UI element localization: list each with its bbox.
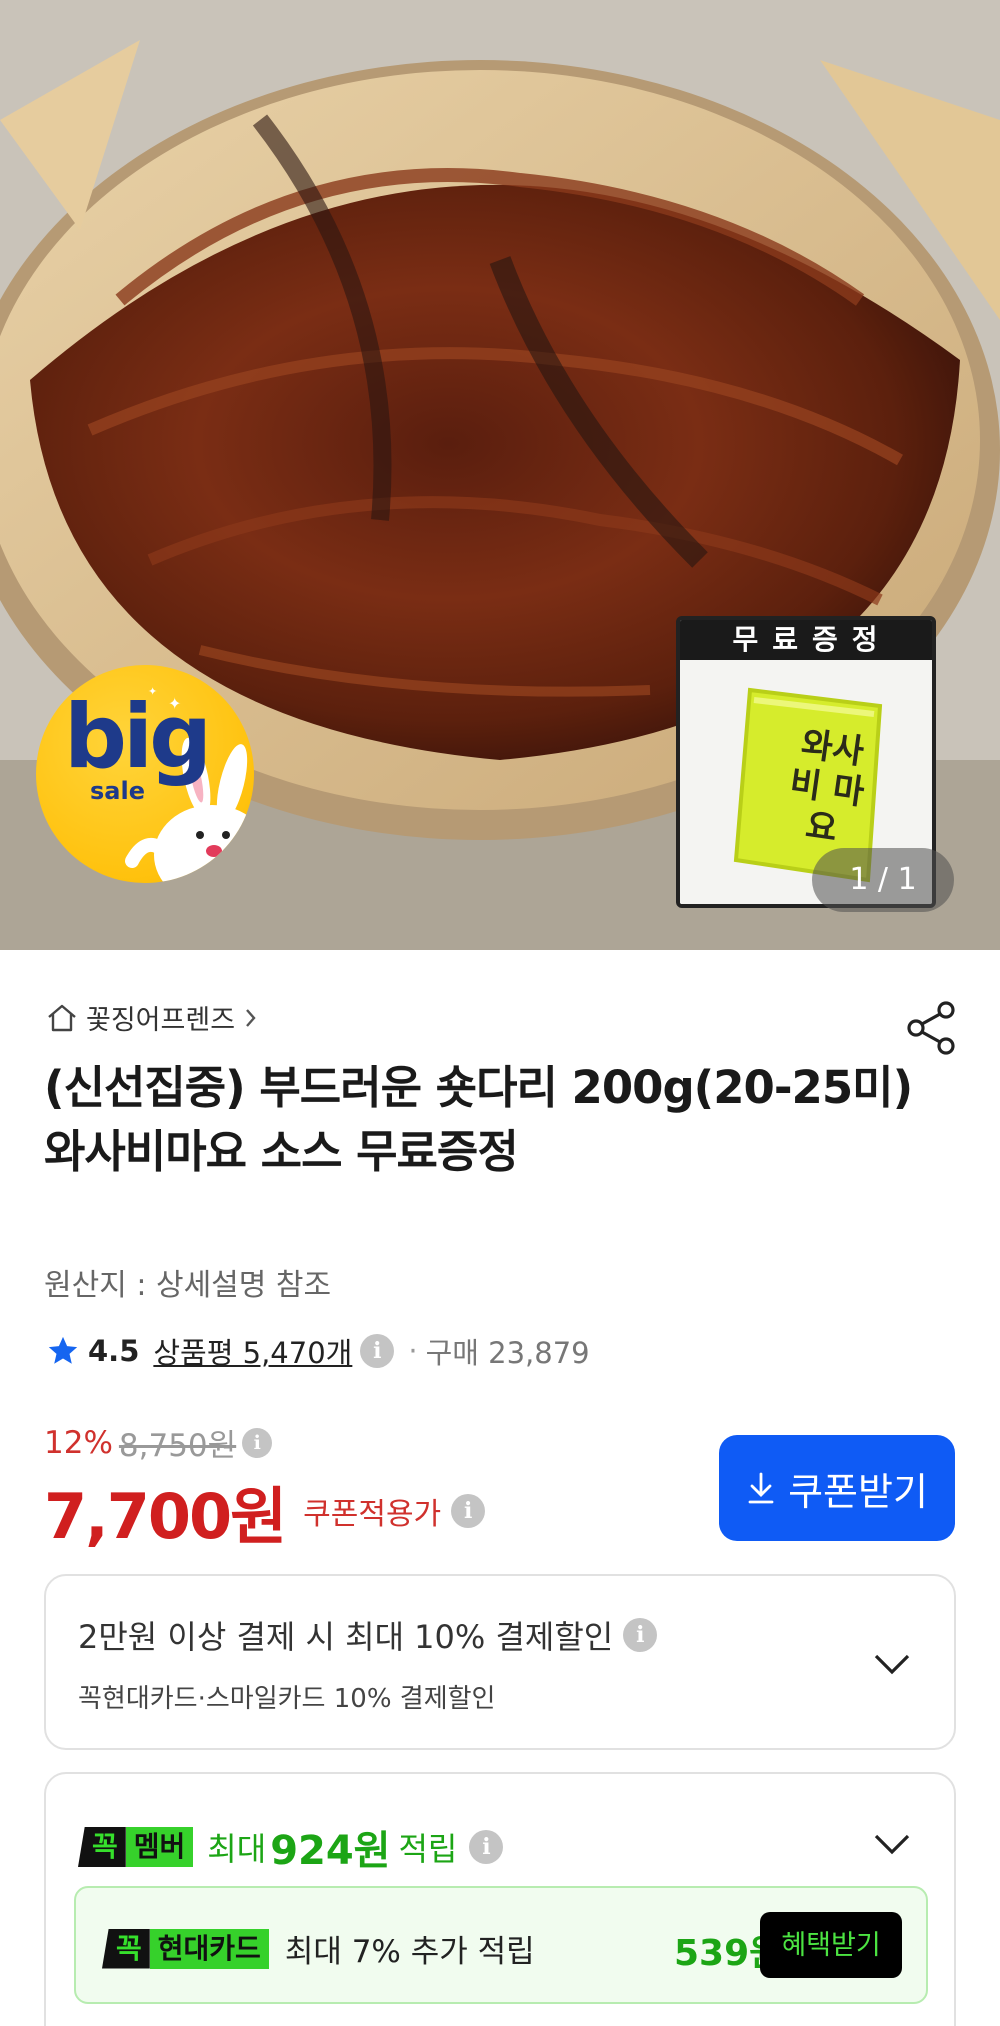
payment-discount-main: 2만원 이상 결제 시 최대 10% 결제할인 i	[78, 1612, 658, 1658]
chevron-down-icon[interactable]	[872, 1832, 912, 1856]
chevron-down-icon[interactable]	[872, 1652, 912, 1676]
info-icon[interactable]: i	[451, 1494, 486, 1528]
card-benefit-text: 최대 7% 추가 적립	[284, 1934, 535, 1970]
purchase-count: 구매 23,879	[425, 1336, 590, 1370]
coupon-price-label: 쿠폰적용가	[303, 1497, 442, 1532]
store-link[interactable]: 꽃징어프렌즈	[46, 998, 259, 1037]
download-icon	[748, 1472, 774, 1504]
gift-title: 무료증정	[680, 620, 932, 660]
membership-reward-box[interactable]: 꼭 멤버 최대 924원 적립 i 꼭 현대카드 최대 7% 추가 적립 539…	[44, 1772, 956, 2026]
info-icon[interactable]: i	[469, 1830, 504, 1864]
member-prefix: 최대	[207, 1830, 267, 1868]
image-pager: 1 / 1	[812, 848, 954, 912]
hyundai-card-tag: 꼭 현대카드	[102, 1928, 269, 1969]
home-icon	[48, 1004, 76, 1031]
hyundai-card-benefit: 꼭 현대카드 최대 7% 추가 적립 539원 혜택받기	[74, 1886, 928, 2004]
chevron-right-icon	[246, 1008, 256, 1027]
member-tag: 꼭 멤버	[78, 1827, 194, 1867]
discount-rate: 12%	[44, 1424, 113, 1461]
store-name: 꽃징어프렌즈	[86, 1005, 236, 1036]
product-origin: 원산지 : 상세설명 참조	[44, 1268, 332, 1303]
rating-row: 4.5 상품평 5,470개 i · 구매 23,879	[46, 1330, 590, 1372]
rating-score: 4.5	[88, 1334, 140, 1368]
final-price: 7,700원	[44, 1480, 287, 1553]
info-icon[interactable]: i	[623, 1618, 658, 1652]
get-benefit-button[interactable]: 혜택받기	[760, 1912, 902, 1978]
price-row: 7,700원 쿠폰적용가 i	[44, 1466, 486, 1556]
original-price: 8,750원	[118, 1428, 237, 1464]
payment-discount-sub: 꼭현대카드·스마일카드 10% 결제할인	[78, 1684, 496, 1714]
get-coupon-label: 쿠폰받기	[788, 1471, 928, 1514]
payment-discount-text: 2만원 이상 결제 시 최대 10% 결제할인	[78, 1618, 614, 1656]
product-title: (신선집중) 부드러운 숏다리 200g(20-25미) 와사비마요 소스 무료…	[44, 1061, 913, 1178]
info-icon[interactable]: i	[360, 1334, 395, 1368]
member-amount: 924원	[270, 1828, 391, 1874]
discount-row: 12% 8,750원 i	[44, 1420, 273, 1465]
product-image-carousel[interactable]: ✦ ✦ big sale 무료증정 와사비 마요 1 / 1	[0, 0, 1000, 950]
membership-row: 꼭 멤버 최대 924원 적립 i	[78, 1818, 504, 1876]
payment-discount-box[interactable]: 2만원 이상 결제 시 최대 10% 결제할인 i 꼭현대카드·스마일카드 10…	[44, 1574, 956, 1750]
info-icon[interactable]: i	[242, 1427, 273, 1458]
gift-pack-text: 와사비 마요	[787, 724, 867, 850]
big-sale-badge: ✦ ✦ big sale	[36, 665, 254, 883]
review-link[interactable]: 상품평 5,470개	[153, 1330, 352, 1372]
badge-sale-text: sale	[90, 777, 145, 805]
separator-dot: ·	[408, 1334, 418, 1368]
share-icon[interactable]	[904, 1000, 960, 1056]
get-coupon-button[interactable]: 쿠폰받기	[719, 1435, 955, 1541]
card-benefit-row: 꼭 현대카드 최대 7% 추가 적립	[102, 1926, 535, 1971]
badge-big-text: big	[64, 685, 212, 788]
member-suffix: 적립	[398, 1830, 458, 1868]
star-icon	[48, 1336, 78, 1364]
